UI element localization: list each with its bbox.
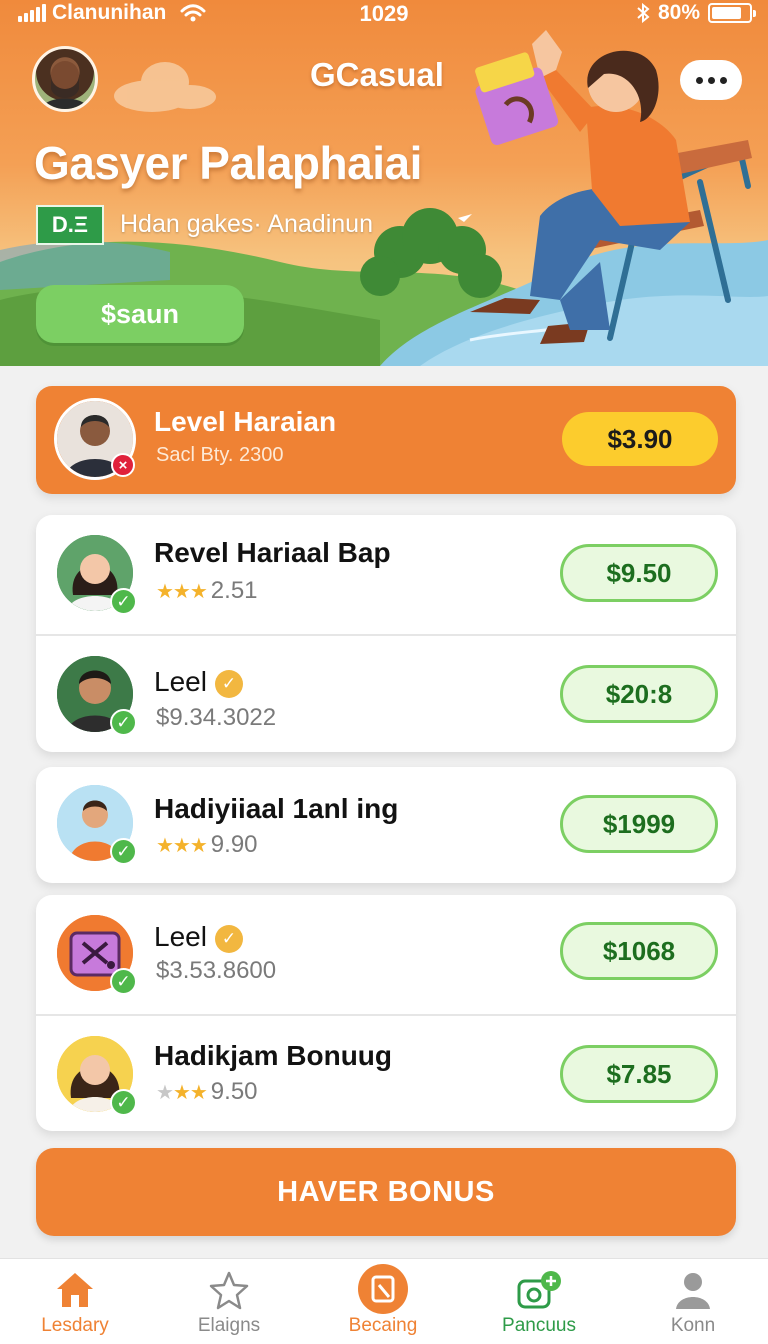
price-button[interactable]: $1068 bbox=[560, 922, 718, 980]
nav-label: Becaing bbox=[348, 1315, 418, 1336]
nav-label: Pancuus bbox=[502, 1315, 576, 1336]
verified-badge-icon: ✓ bbox=[214, 669, 243, 698]
nav-label: Konn bbox=[670, 1315, 716, 1336]
verified-check-icon: ✓ bbox=[110, 838, 137, 865]
item-detail: $9.34.3022 bbox=[156, 704, 277, 731]
featured-subtitle: Sacl Bty. 2300 bbox=[156, 444, 284, 466]
rating-stars-icon: ★★★ bbox=[156, 834, 208, 857]
star-icon bbox=[209, 1271, 249, 1310]
hero-heading: Gasyer Palaphaiai bbox=[34, 137, 422, 189]
offer-card: ✓ Hadiyiiaal 1anl ing ★★★ 9.90 $1999 bbox=[36, 767, 736, 883]
price-button[interactable]: $7.85 bbox=[560, 1045, 718, 1103]
price-button[interactable]: $20:8 bbox=[560, 665, 718, 723]
verified-check-icon: ✓ bbox=[110, 968, 137, 995]
bottom-nav: Lesdary Elaigns Becaing Pancuus Konn bbox=[0, 1258, 768, 1344]
chat-button[interactable] bbox=[680, 60, 742, 100]
list-item[interactable]: ✓ Revel Hariaal Bap ★★★ 2.51 $9.50 bbox=[36, 515, 736, 632]
avatar: ✓ bbox=[54, 532, 137, 615]
avatar: ✓ bbox=[54, 782, 137, 865]
app-title: GCasual bbox=[310, 56, 444, 93]
camera-plus-icon bbox=[517, 1271, 561, 1309]
nav-label: Elaigns bbox=[197, 1315, 261, 1336]
profile-avatar[interactable] bbox=[32, 46, 98, 112]
bluetooth-icon bbox=[637, 3, 650, 23]
verified-check-icon: ✓ bbox=[110, 709, 137, 736]
avatar: × bbox=[54, 398, 136, 480]
avatar: ✓ bbox=[54, 1033, 137, 1116]
featured-card[interactable]: × Level Haraian Sacl Bty. 2300 $3.90 bbox=[36, 386, 736, 494]
nav-label: Lesdary bbox=[41, 1315, 109, 1336]
chat-dot-icon bbox=[695, 76, 703, 84]
price-button[interactable]: $1999 bbox=[560, 795, 718, 853]
person-icon bbox=[676, 1273, 710, 1309]
rating-value: 9.90 bbox=[210, 831, 258, 858]
status-bar: Clanunihan 1029 80% bbox=[0, 0, 768, 28]
item-rating: ★★★ 2.51 bbox=[156, 577, 258, 605]
item-title: Hadiyiiaal 1anl ing bbox=[154, 793, 399, 824]
item-detail: $3.53.8600 bbox=[156, 957, 277, 984]
hero-subtitle: Hdan gakes· Anadinun bbox=[120, 210, 373, 238]
rating-stars-icon: ★★★ bbox=[156, 580, 208, 603]
verified-check-icon: ✓ bbox=[110, 1089, 137, 1116]
verified-badge-icon: ✓ bbox=[214, 924, 243, 953]
list-item[interactable]: ✓ Hadiyiiaal 1anl ing ★★★ 9.90 $1999 bbox=[36, 767, 736, 883]
offer-card: ✓ Revel Hariaal Bap ★★★ 2.51 $9.50 ✓ Lee… bbox=[36, 515, 736, 752]
chat-dot-icon bbox=[707, 76, 715, 84]
list-item[interactable]: ✓ Hadikjam Bonuug ★★★ 9.50 $7.85 bbox=[36, 1014, 736, 1131]
profile-photo bbox=[41, 61, 89, 109]
item-rating: ★★★ 9.90 bbox=[156, 831, 258, 859]
hero-badge: D.Ξ bbox=[36, 205, 104, 245]
nav-item-favorites[interactable]: Elaigns bbox=[164, 1269, 294, 1337]
item-title: Hadikjam Bonuug bbox=[154, 1040, 393, 1071]
list-item[interactable]: ✓ Leel ✓ $9.34.3022 $20:8 bbox=[36, 634, 736, 752]
shop-icon bbox=[358, 1264, 408, 1314]
rating-value: 9.50 bbox=[210, 1078, 258, 1105]
rating-stars-icon: ★★★ bbox=[156, 1081, 208, 1104]
list-item[interactable]: ✓ Leel ✓ $3.53.8600 $1068 bbox=[36, 895, 736, 1012]
nav-item-home[interactable]: Lesdary bbox=[10, 1269, 140, 1337]
avatar: ✓ bbox=[54, 912, 137, 995]
offer-card: ✓ Leel ✓ $3.53.8600 $1068 ✓ Hadikjam Bonu… bbox=[36, 895, 736, 1131]
item-title: Leel bbox=[154, 921, 207, 952]
item-title-wrap: Leel ✓ bbox=[154, 666, 243, 698]
featured-price-button[interactable]: $3.90 bbox=[562, 412, 718, 466]
rating-value: 2.51 bbox=[210, 577, 258, 604]
hero-banner: Clanunihan 1029 80% GCasual Gasyer Palap… bbox=[0, 0, 768, 366]
price-button[interactable]: $9.50 bbox=[560, 544, 718, 602]
home-icon bbox=[57, 1273, 93, 1307]
nav-item-capture[interactable]: Pancuus bbox=[474, 1269, 604, 1337]
battery-percent: 80% bbox=[657, 1, 700, 24]
bonus-button[interactable]: HAVER BONUS bbox=[36, 1148, 736, 1236]
battery-icon bbox=[708, 3, 756, 23]
item-title: Revel Hariaal Bap bbox=[154, 537, 391, 568]
nav-item-shop[interactable]: Becaing bbox=[318, 1264, 448, 1337]
verified-check-icon: ✓ bbox=[110, 588, 137, 615]
avatar: ✓ bbox=[54, 653, 137, 736]
item-title-wrap: Leel ✓ bbox=[154, 921, 243, 953]
item-title: Leel bbox=[154, 666, 207, 697]
hero-cta-button[interactable]: $saun bbox=[36, 285, 244, 343]
featured-title: Level Haraian bbox=[154, 406, 337, 437]
nav-item-profile[interactable]: Konn bbox=[628, 1269, 758, 1337]
close-icon: × bbox=[111, 453, 135, 477]
item-rating: ★★★ 9.50 bbox=[156, 1078, 258, 1106]
chat-dot-icon bbox=[719, 76, 727, 84]
